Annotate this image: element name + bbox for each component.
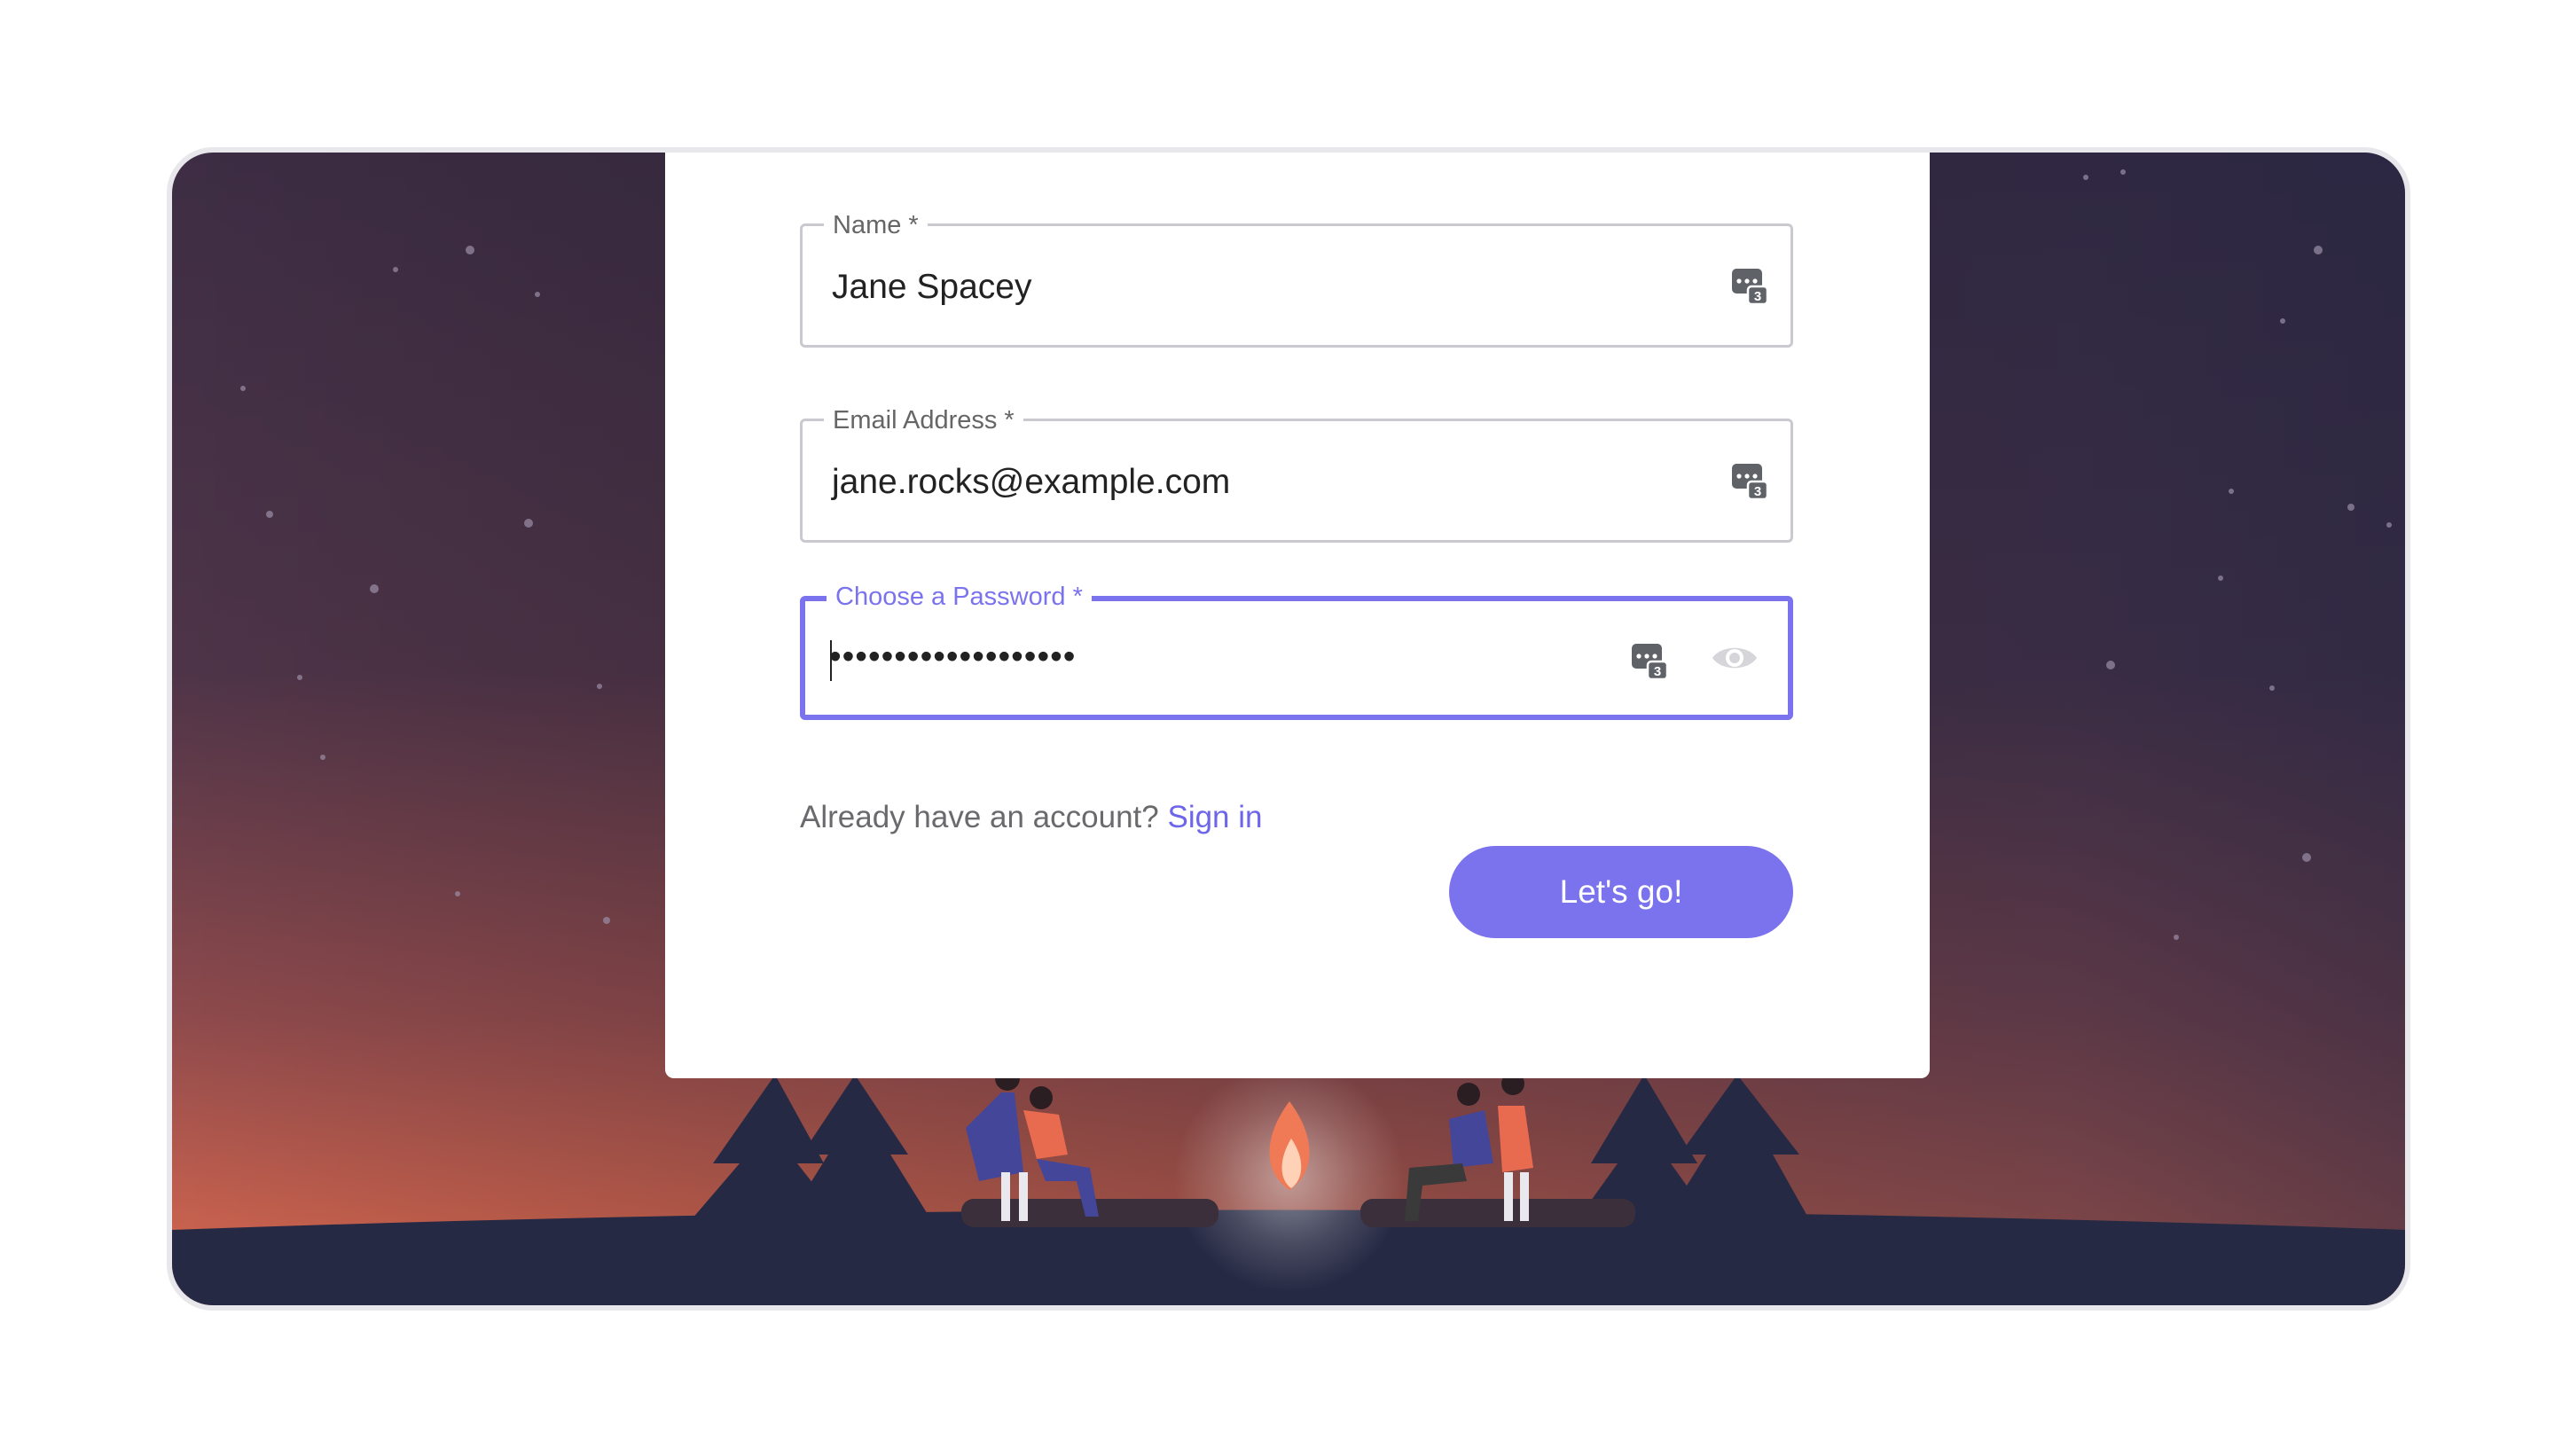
app-window: Name * Jane Spacey 3 Email Address * jan… — [167, 147, 2410, 1311]
password-field[interactable]: Choose a Password * ••••••••••••••••••• … — [800, 580, 1793, 720]
email-field-label: Email Address * — [824, 403, 1023, 437]
name-field-value[interactable]: Jane Spacey — [832, 265, 1032, 309]
name-field[interactable]: Name * Jane Spacey 3 — [800, 208, 1793, 348]
password-field-value[interactable]: ••••••••••••••••••• — [829, 635, 1076, 679]
password-manager-icon[interactable]: 3 — [1730, 460, 1769, 501]
svg-text:3: 3 — [1654, 664, 1661, 679]
lets-go-button[interactable]: Let's go! — [1449, 846, 1793, 938]
signup-card: Name * Jane Spacey 3 Email Address * jan… — [665, 153, 1930, 1078]
password-field-label: Choose a Password * — [827, 580, 1092, 614]
svg-text:3: 3 — [1754, 484, 1761, 499]
svg-text:3: 3 — [1754, 289, 1761, 304]
email-field[interactable]: Email Address * jane.rocks@example.com 3 — [800, 403, 1793, 543]
email-field-value[interactable]: jane.rocks@example.com — [832, 460, 1230, 505]
name-field-label: Name * — [824, 208, 928, 242]
eye-icon[interactable] — [1710, 640, 1759, 676]
account-prompt-text: Already have an account? — [800, 800, 1159, 834]
sign-in-link[interactable]: Sign in — [1167, 800, 1262, 834]
password-manager-icon[interactable]: 3 — [1730, 265, 1769, 306]
account-prompt: Already have an account? Sign in — [800, 798, 1263, 837]
password-manager-icon[interactable]: 3 — [1630, 640, 1669, 681]
